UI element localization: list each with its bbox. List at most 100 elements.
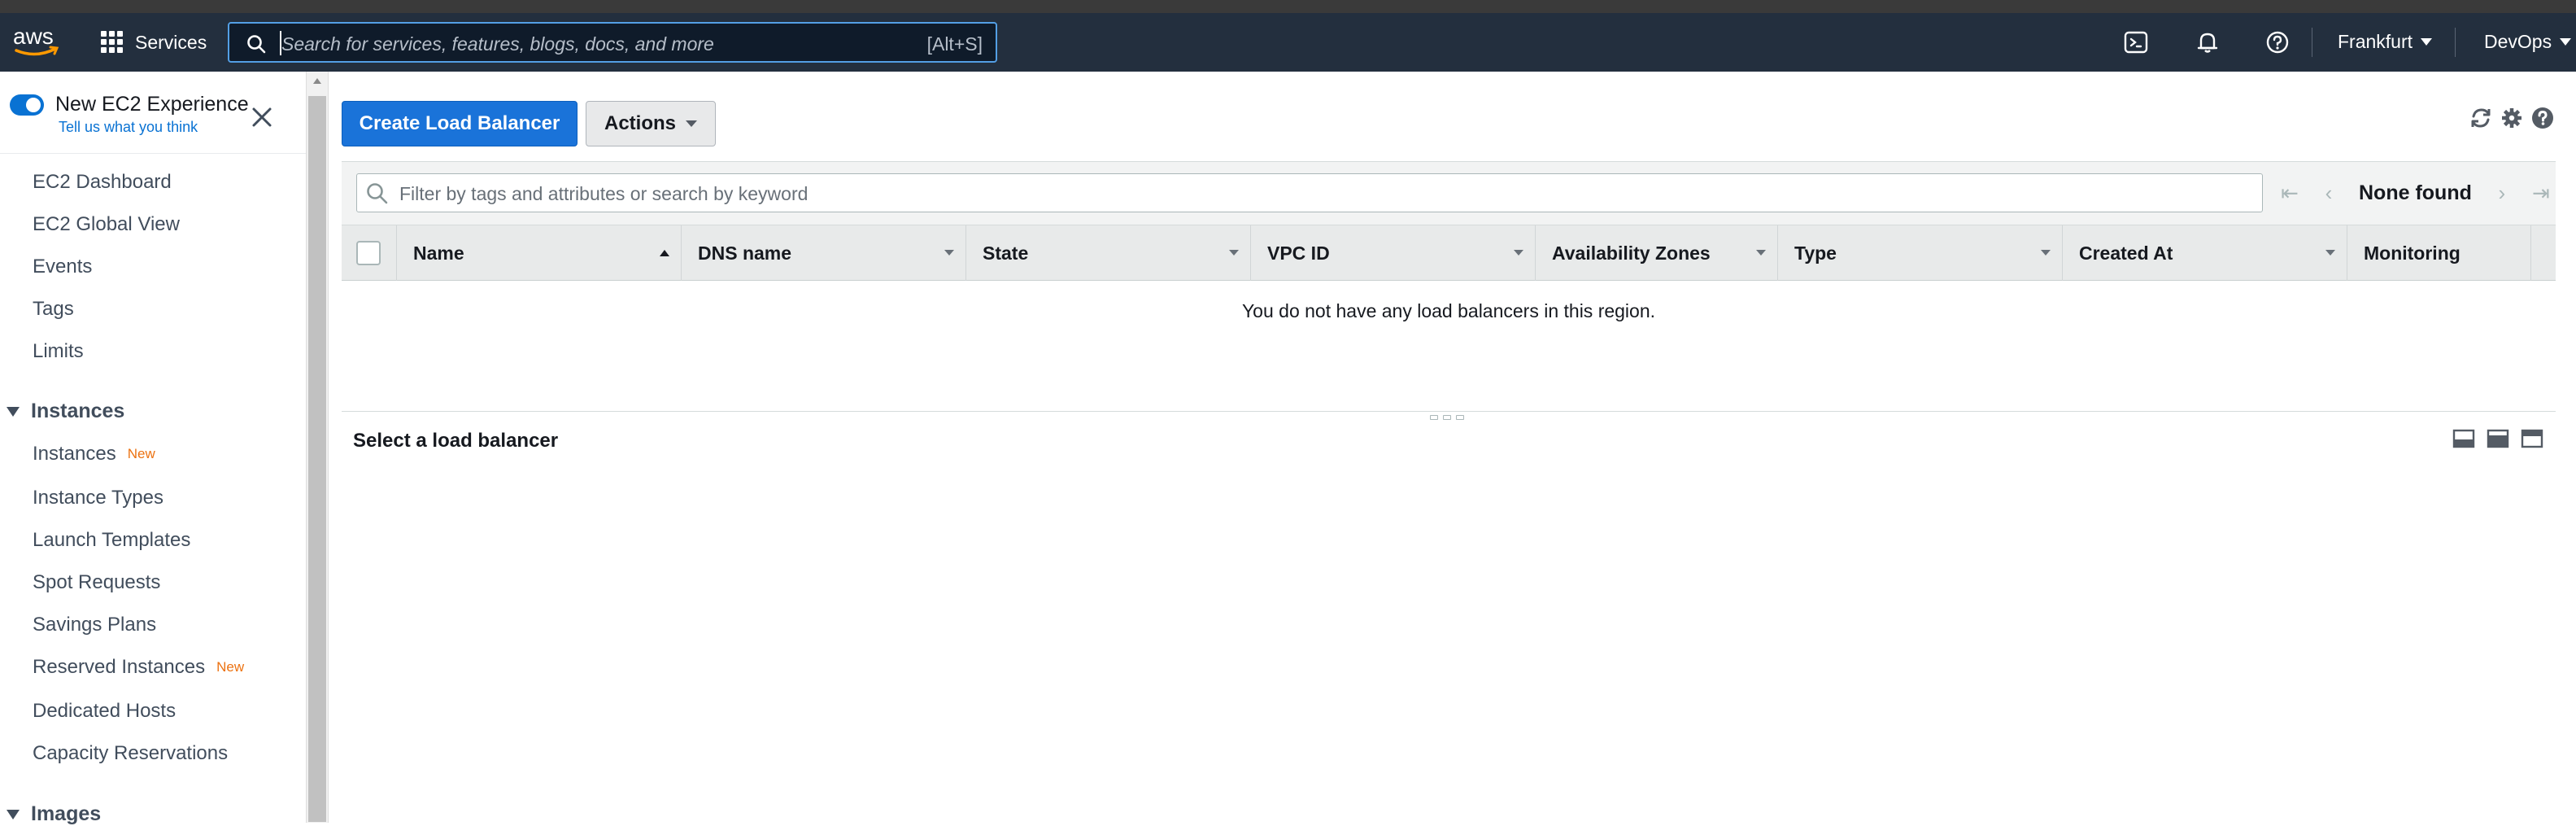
empty-table-message: You do not have any load balancers in th… xyxy=(1241,300,1656,321)
column-label: State xyxy=(983,242,1029,264)
feedback-link[interactable]: Tell us what you think xyxy=(59,119,198,136)
search-icon xyxy=(247,35,266,54)
sidebar-item-savings-plans[interactable]: Savings Plans xyxy=(33,614,156,636)
new-experience-label: New EC2 Experience xyxy=(55,93,249,116)
sidebar-item-spot-requests[interactable]: Spot Requests xyxy=(33,571,160,594)
sort-icon xyxy=(2325,250,2335,256)
column-label: Availability Zones xyxy=(1552,242,1711,264)
column-header-dns-name[interactable]: DNS name xyxy=(682,225,966,281)
region-label: Frankfurt xyxy=(2338,31,2413,52)
actions-button[interactable]: Actions xyxy=(586,101,716,146)
new-badge: New xyxy=(127,446,155,461)
close-icon[interactable] xyxy=(249,104,275,130)
sort-icon xyxy=(1229,250,1239,256)
help-icon[interactable] xyxy=(2264,29,2291,55)
layout-bottom-icon[interactable] xyxy=(2452,428,2475,449)
new-experience-toggle[interactable] xyxy=(10,94,44,116)
column-header-name[interactable]: Name xyxy=(397,225,682,281)
settings-icon[interactable] xyxy=(2500,106,2524,130)
aws-logo[interactable]: aws xyxy=(11,21,62,62)
search-placeholder: Search for services, features, blogs, do… xyxy=(281,33,714,55)
browser-top-strip xyxy=(0,0,2576,13)
sidebar-item-reserved-instances[interactable]: Reserved Instances New xyxy=(33,656,244,679)
column-label: Type xyxy=(1794,242,1837,264)
caret-down-icon xyxy=(686,120,697,127)
sort-icon xyxy=(1756,250,1766,256)
section-title: Instances xyxy=(31,400,125,422)
account-label: DevOps xyxy=(2484,31,2552,52)
sidebar-item-ec2-dashboard[interactable]: EC2 Dashboard xyxy=(33,171,172,194)
account-menu[interactable]: DevOps xyxy=(2484,31,2572,53)
svg-text:aws: aws xyxy=(13,24,54,49)
grid-icon xyxy=(101,31,124,54)
load-balancer-table-panel: Filter by tags and attributes or search … xyxy=(342,161,2556,487)
column-label: Monitoring xyxy=(2364,242,2460,264)
column-label: VPC ID xyxy=(1267,242,1330,264)
expand-caret-icon xyxy=(7,809,20,819)
sidebar-item-label: Instances xyxy=(33,443,116,465)
sidebar-item-label: Reserved Instances xyxy=(33,656,206,678)
column-header-availability-zones[interactable]: Availability Zones xyxy=(1536,225,1778,281)
sidebar-scrollbar[interactable] xyxy=(306,72,329,823)
previous-page-icon[interactable]: ‹ xyxy=(2320,181,2338,205)
sidebar-divider xyxy=(0,153,306,154)
refresh-icon[interactable] xyxy=(2469,106,2493,130)
services-label: Services xyxy=(135,31,207,53)
table-header: Name DNS name State VPC ID Availability … xyxy=(342,225,2556,281)
sidebar-item-capacity-reservations[interactable]: Capacity Reservations xyxy=(33,742,228,765)
cloudshell-icon[interactable] xyxy=(2123,29,2149,55)
expand-caret-icon xyxy=(7,406,20,417)
help-icon[interactable] xyxy=(2530,106,2555,130)
sidebar-item-launch-templates[interactable]: Launch Templates xyxy=(33,529,190,552)
column-header-created-at[interactable]: Created At xyxy=(2063,225,2347,281)
sort-icon xyxy=(944,250,954,256)
select-all-cell xyxy=(342,225,397,281)
filter-search-input[interactable]: Filter by tags and attributes or search … xyxy=(356,173,2263,212)
layout-top-icon[interactable] xyxy=(2521,428,2543,449)
services-menu-button[interactable]: Services xyxy=(101,24,207,60)
new-badge: New xyxy=(216,659,245,675)
sidebar-item-instances[interactable]: Instances New xyxy=(33,443,155,465)
column-header-vpc-id[interactable]: VPC ID xyxy=(1251,225,1536,281)
sidebar-item-tags[interactable]: Tags xyxy=(33,298,74,321)
aws-top-navigation: aws Services Search for services, featur… xyxy=(0,13,2576,72)
next-page-icon[interactable]: › xyxy=(2493,181,2511,205)
resize-handle-icon[interactable] xyxy=(1430,415,1464,420)
first-page-icon[interactable]: ⇤ xyxy=(2281,181,2299,205)
sidebar-section-instances[interactable]: Instances xyxy=(7,400,124,423)
sidebar-item-ec2-global-view[interactable]: EC2 Global View xyxy=(33,213,180,236)
global-search-input[interactable]: Search for services, features, blogs, do… xyxy=(228,22,997,63)
select-all-checkbox[interactable] xyxy=(356,241,381,265)
caret-down-icon xyxy=(2421,38,2433,46)
sort-icon xyxy=(2041,250,2051,256)
toolbar-icons xyxy=(2469,106,2555,130)
sidebar-item-events[interactable]: Events xyxy=(33,256,92,278)
pagination-status: None found xyxy=(2359,181,2472,204)
create-load-balancer-button[interactable]: Create Load Balancer xyxy=(342,101,578,146)
details-panel-title: Select a load balancer xyxy=(353,430,559,452)
actions-label: Actions xyxy=(604,112,676,134)
scrollbar-thumb[interactable] xyxy=(308,96,326,822)
pagination: ⇤ ‹ None found › ⇥ xyxy=(2281,177,2550,209)
sidebar-item-dedicated-hosts[interactable]: Dedicated Hosts xyxy=(33,700,176,723)
column-header-state[interactable]: State xyxy=(966,225,1251,281)
split-panel-divider[interactable] xyxy=(342,411,2556,412)
search-icon xyxy=(367,183,388,204)
sidebar-item-instance-types[interactable]: Instance Types xyxy=(33,487,163,509)
scroll-up-arrow-icon[interactable] xyxy=(313,78,321,84)
caret-down-icon xyxy=(2560,38,2572,46)
column-header-monitoring[interactable]: Monitoring xyxy=(2347,225,2531,281)
sort-icon xyxy=(1514,250,1523,256)
last-page-icon[interactable]: ⇥ xyxy=(2532,181,2550,205)
filter-bar: Filter by tags and attributes or search … xyxy=(342,162,2556,225)
sidebar-item-limits[interactable]: Limits xyxy=(33,340,84,363)
nav-separator xyxy=(2455,28,2456,57)
load-balancers-main: Create Load Balancer Actions Filter by t… xyxy=(329,72,2576,823)
bell-icon[interactable] xyxy=(2195,29,2221,55)
region-selector[interactable]: Frankfurt xyxy=(2338,31,2433,53)
sort-ascending-icon xyxy=(660,250,669,256)
column-header-type[interactable]: Type xyxy=(1778,225,2063,281)
layout-split-icon[interactable] xyxy=(2487,428,2509,449)
column-label: Created At xyxy=(2079,242,2173,264)
ec2-sidebar: New EC2 Experience Tell us what you thin… xyxy=(0,72,306,825)
